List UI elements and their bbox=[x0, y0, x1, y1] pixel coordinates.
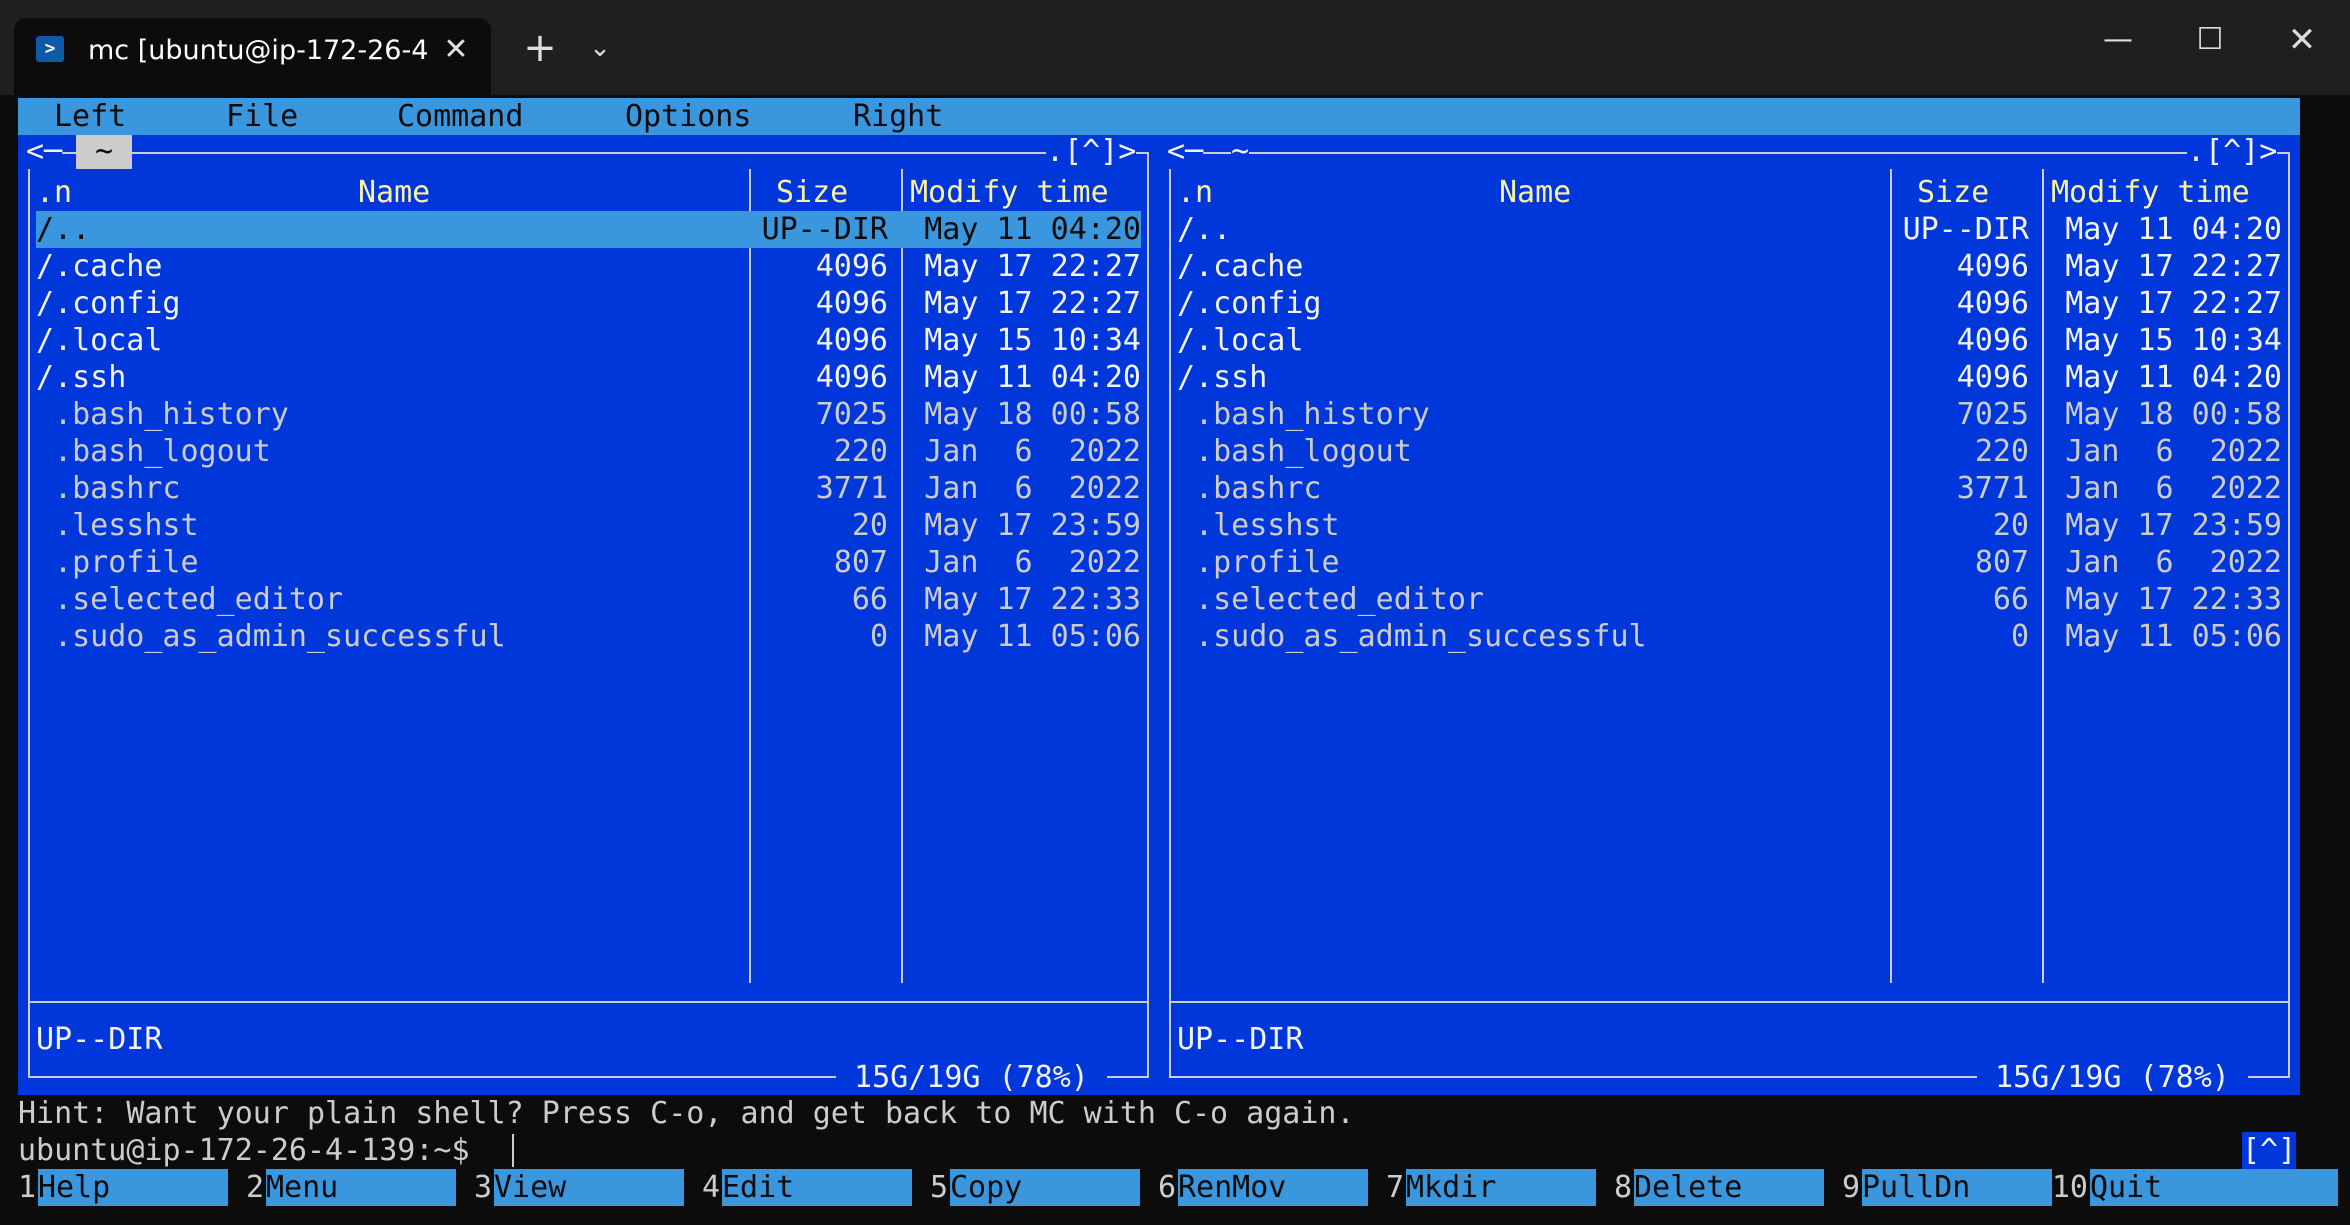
panel-path-marker: <─ bbox=[26, 134, 63, 169]
panel-status: UP--DIR bbox=[36, 1022, 163, 1057]
chevron-down-icon[interactable]: ⌄ bbox=[580, 28, 620, 68]
close-window-button[interactable]: ✕ bbox=[2274, 18, 2330, 62]
panel-path[interactable]: ~ bbox=[1231, 135, 1250, 169]
menu-right[interactable]: Right bbox=[853, 98, 943, 135]
column-header-modify[interactable]: Modify time bbox=[910, 175, 1109, 211]
column-header-name[interactable]: Name bbox=[358, 175, 430, 211]
disk-usage: 15G/19G (78%) bbox=[836, 1060, 1107, 1095]
file-row[interactable]: .profile 807 Jan 6 2022 bbox=[36, 544, 1141, 581]
file-row[interactable]: .sudo_as_admin_successful 0 May 11 05:06 bbox=[1177, 618, 2282, 655]
close-tab-icon[interactable]: ✕ bbox=[438, 30, 474, 70]
file-row[interactable]: /.cache 4096 May 17 22:27 bbox=[36, 248, 1141, 285]
file-row[interactable]: /.local 4096 May 15 10:34 bbox=[36, 322, 1141, 359]
file-row[interactable]: .selected_editor 66 May 17 22:33 bbox=[1177, 581, 2282, 618]
status-separator bbox=[1169, 1001, 2290, 1003]
file-row[interactable]: .lesshst 20 May 17 23:59 bbox=[1177, 507, 2282, 544]
file-row[interactable]: .bash_history 7025 May 18 00:58 bbox=[36, 396, 1141, 433]
menu-options[interactable]: Options bbox=[625, 98, 751, 135]
column-header-name[interactable]: Name bbox=[1499, 175, 1571, 211]
file-row[interactable]: /.ssh 4096 May 11 04:20 bbox=[36, 359, 1141, 396]
file-row[interactable]: /.ssh 4096 May 11 04:20 bbox=[1177, 359, 2282, 396]
maximize-button[interactable]: ☐ bbox=[2182, 18, 2238, 62]
file-row[interactable]: /.config 4096 May 17 22:27 bbox=[1177, 285, 2282, 322]
sort-indicator[interactable]: .n bbox=[1177, 175, 1213, 211]
right-panel[interactable]: <─ ~ .[^]> .n Name Size Modify time /.. U… bbox=[1159, 135, 2300, 1095]
file-row[interactable]: .bash_logout 220 Jan 6 2022 bbox=[36, 433, 1141, 470]
panel-history-button[interactable]: .[^]> bbox=[1046, 135, 1137, 169]
mc-menubar: Left File Command Options Right bbox=[18, 98, 2300, 135]
file-row[interactable]: .bashrc 3771 Jan 6 2022 bbox=[1177, 470, 2282, 507]
file-row[interactable]: .profile 807 Jan 6 2022 bbox=[1177, 544, 2282, 581]
status-separator bbox=[28, 1001, 1149, 1003]
file-row[interactable]: /.config 4096 May 17 22:27 bbox=[36, 285, 1141, 322]
panel-history-button[interactable]: .[^]> bbox=[2187, 135, 2278, 169]
file-row[interactable]: .bashrc 3771 Jan 6 2022 bbox=[36, 470, 1141, 507]
menu-command[interactable]: Command bbox=[397, 98, 523, 135]
panel-status: UP--DIR bbox=[1177, 1022, 1304, 1057]
window-titlebar: > mc [ubuntu@ip-172-26-4- ✕ + ⌄ — ☐ ✕ bbox=[0, 0, 2350, 95]
left-panel[interactable]: <─ ~ .[^]> .n Name Size Modify time /.. U… bbox=[18, 135, 1159, 1095]
file-row[interactable]: /.cache 4096 May 17 22:27 bbox=[1177, 248, 2282, 285]
hint-line: Hint: Want your plain shell? Press C-o, … bbox=[18, 1096, 1355, 1131]
file-row[interactable]: /.. UP--DIR May 11 04:20 bbox=[1177, 211, 2282, 248]
terminal-tab[interactable]: > mc [ubuntu@ip-172-26-4- ✕ bbox=[14, 18, 491, 95]
new-tab-button[interactable]: + bbox=[514, 26, 566, 70]
menu-left[interactable]: Left bbox=[54, 98, 126, 135]
minimize-button[interactable]: — bbox=[2090, 18, 2146, 62]
file-row[interactable]: /.. UP--DIR May 11 04:20 bbox=[36, 211, 1141, 248]
sort-indicator[interactable]: .n bbox=[36, 175, 72, 211]
disk-usage: 15G/19G (78%) bbox=[1977, 1060, 2248, 1095]
file-row[interactable]: .bash_history 7025 May 18 00:58 bbox=[1177, 396, 2282, 433]
file-row[interactable]: .selected_editor 66 May 17 22:33 bbox=[36, 581, 1141, 618]
file-row[interactable]: .sudo_as_admin_successful 0 May 11 05:06 bbox=[36, 618, 1141, 655]
command-history-button[interactable]: [^] bbox=[2242, 1132, 2297, 1169]
menu-file[interactable]: File bbox=[226, 98, 298, 135]
file-row[interactable]: .lesshst 20 May 17 23:59 bbox=[36, 507, 1141, 544]
column-header-modify[interactable]: Modify time bbox=[2051, 175, 2250, 211]
tab-title: mc [ubuntu@ip-172-26-4- bbox=[88, 35, 428, 66]
column-header-size[interactable]: Size bbox=[1917, 175, 1989, 211]
powershell-icon: > bbox=[36, 36, 64, 62]
file-row[interactable]: /.local 4096 May 15 10:34 bbox=[1177, 322, 2282, 359]
file-row[interactable]: .bash_logout 220 Jan 6 2022 bbox=[1177, 433, 2282, 470]
column-header-size[interactable]: Size bbox=[776, 175, 848, 211]
panel-path-marker: <─ bbox=[1167, 134, 1204, 169]
text-cursor bbox=[512, 1134, 514, 1167]
command-prompt[interactable]: ubuntu@ip-172-26-4-139:~$ bbox=[18, 1132, 488, 1169]
panel-path[interactable]: ~ bbox=[76, 135, 132, 169]
